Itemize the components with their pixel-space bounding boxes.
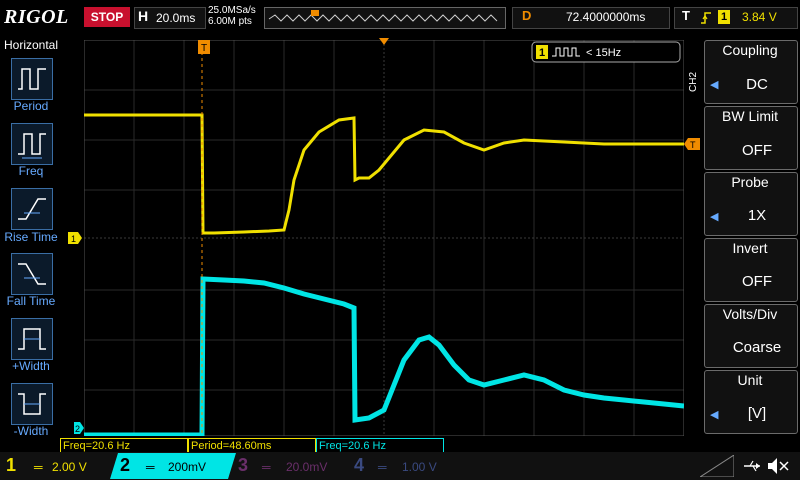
right-panel-channel-tag: CH2: [688, 71, 699, 92]
invert-value: OFF: [742, 273, 772, 290]
memory-overview-waveform: [268, 10, 498, 22]
trigger-source-badge: 1: [718, 10, 730, 24]
ch1-coupling-icon: ═: [34, 460, 43, 474]
ch1-scale[interactable]: 2.00 V: [52, 460, 87, 474]
brand-logo: RIGOL: [4, 6, 69, 28]
ch4-number[interactable]: 4: [354, 455, 364, 476]
negative-width-button[interactable]: [11, 383, 53, 425]
svg-text:T: T: [201, 43, 207, 54]
probe-header: Probe: [731, 174, 769, 190]
center-marker: [379, 38, 389, 45]
ch3-scale[interactable]: 20.0mV: [286, 460, 327, 474]
coupling-header: Coupling: [722, 42, 778, 58]
frequency-counter[interactable]: 1 < 15Hz: [531, 41, 681, 63]
horizontal-label: H: [138, 8, 149, 24]
svg-text:2: 2: [75, 424, 80, 434]
ch3-coupling-icon: ═: [262, 460, 271, 474]
unit-value: [V]: [747, 405, 767, 422]
waveform-display[interactable]: 1 < 15Hz: [84, 40, 684, 436]
counter-channel: 1: [539, 47, 545, 59]
unit-header: Unit: [737, 372, 763, 388]
chevron-left-icon: ◀: [710, 79, 719, 91]
negative-width-label: -Width: [13, 424, 49, 438]
chevron-left-icon: ◀: [710, 409, 719, 421]
menu-expand-icon[interactable]: [700, 455, 734, 477]
svg-text:T: T: [690, 140, 696, 150]
ch3-number[interactable]: 3: [238, 455, 248, 476]
svg-text:1: 1: [71, 234, 76, 244]
delay-value: 72.4000000ms: [566, 10, 646, 24]
speaker-muted-icon[interactable]: [766, 456, 790, 476]
positive-width-button[interactable]: [11, 318, 53, 360]
left-panel-title: Horizontal: [3, 38, 59, 52]
ch4-scale[interactable]: 1.00 V: [402, 460, 437, 474]
trigger-level: 3.84 V: [742, 10, 777, 24]
chevron-left-icon: ◀: [710, 211, 719, 223]
ch4-coupling-icon: ═: [378, 460, 387, 474]
probe-value: 1X: [747, 207, 767, 224]
trigger-level-marker[interactable]: T: [684, 138, 700, 150]
trigger-box[interactable]: [674, 7, 798, 29]
ch2-offset-marker[interactable]: 2: [74, 422, 84, 434]
rise-time-icon: [18, 198, 46, 220]
trigger-label: T: [682, 8, 690, 23]
ch2-scale[interactable]: 200mV: [168, 460, 206, 474]
positive-width-label: +Width: [12, 359, 50, 373]
coupling-value: DC: [746, 76, 768, 93]
period-button[interactable]: [11, 58, 53, 100]
fall-time-button[interactable]: [11, 253, 53, 295]
bw-limit-header: BW Limit: [722, 108, 778, 124]
rise-time-button[interactable]: [11, 188, 53, 230]
fall-time-label: Fall Time: [6, 294, 56, 308]
grid-center-axes: [84, 40, 684, 436]
rising-edge-icon: [701, 12, 711, 24]
usb-icon: [744, 460, 760, 472]
delay-label: D: [522, 8, 532, 23]
timebase-value: 20.0ms: [156, 11, 196, 25]
fall-time-icon: [18, 263, 46, 285]
acquisition-info: 25.0MSa/s 6.00M pts: [208, 5, 256, 27]
positive-width-icon: [18, 328, 46, 350]
ch2-number[interactable]: 2: [120, 455, 130, 476]
freq-icon: [18, 133, 46, 159]
freq-label: Freq: [18, 164, 44, 178]
invert-header: Invert: [732, 240, 768, 256]
bw-limit-value: OFF: [742, 142, 772, 159]
negative-width-icon: [18, 393, 46, 415]
period-icon: [18, 68, 46, 90]
volts-div-header: Volts/Div: [722, 306, 778, 322]
ch1-number[interactable]: 1: [6, 455, 16, 476]
sample-rate: 25.0MSa/s: [208, 5, 256, 16]
memory-overview[interactable]: [264, 7, 506, 29]
trigger-marker-top[interactable]: T: [198, 40, 210, 54]
ch2-coupling-icon: ═: [146, 460, 155, 474]
rise-time-label: Rise Time: [4, 230, 58, 244]
volts-div-value: Coarse: [732, 339, 782, 356]
freq-button[interactable]: [11, 123, 53, 165]
period-label: Period: [13, 99, 49, 113]
run-state-badge[interactable]: STOP: [84, 7, 130, 27]
counter-value: < 15Hz: [586, 47, 621, 59]
memory-depth: 6.00M pts: [208, 16, 252, 27]
ch1-offset-marker[interactable]: 1: [68, 232, 82, 244]
